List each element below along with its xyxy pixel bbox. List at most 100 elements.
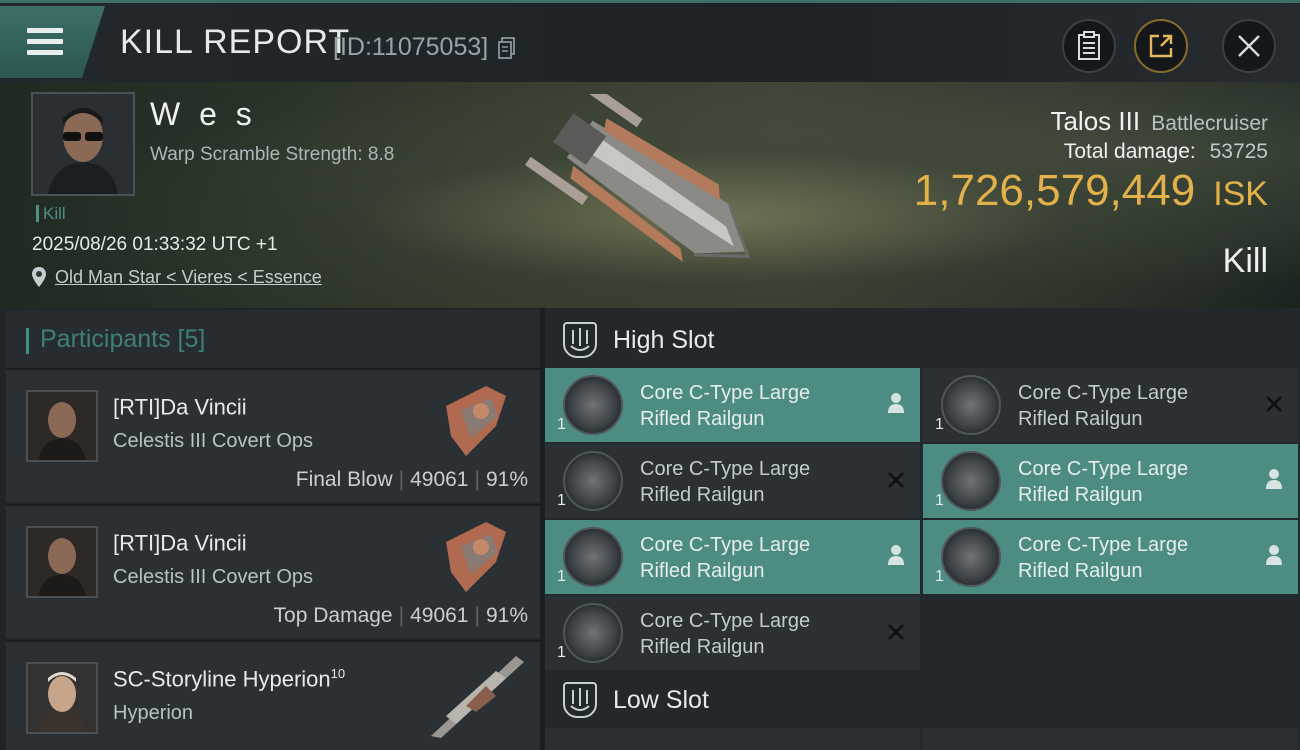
participants-panel: Participants [5] [RTI]Da Vincii Celestis…	[0, 308, 540, 750]
kill-tag: Kill	[36, 205, 66, 222]
participant-avatar	[26, 526, 98, 598]
participant-percent: 91%	[485, 468, 528, 491]
railgun-icon	[941, 527, 1001, 587]
total-damage-value: 53725	[1209, 140, 1268, 163]
participant-avatar	[26, 662, 98, 734]
kill-datetime: 2025/08/26 01:33:32 UTC +1	[32, 234, 278, 255]
module-quantity: 1	[557, 644, 566, 661]
ship-name: Talos III	[1050, 106, 1141, 136]
module-quantity: 1	[935, 492, 944, 509]
participant-role: Final Blow	[295, 468, 393, 491]
high-slot-module[interactable]: 1 Core C-Type Large Rifled Railgun	[545, 596, 920, 670]
participant-damage: 49061	[410, 604, 469, 627]
participant-row[interactable]: [RTI]Da Vincii Celestis III Covert Ops F…	[6, 368, 540, 502]
railgun-icon	[563, 527, 623, 587]
hamburger-icon	[27, 28, 63, 61]
participant-name: SC-Storyline Hyperion10	[113, 666, 346, 692]
participant-stats: Top Damage | 49061 | 91%	[273, 604, 528, 627]
module-quantity: 1	[557, 492, 566, 509]
participant-ship: Hyperion	[113, 702, 194, 724]
person-icon	[884, 392, 908, 416]
high-slot-module[interactable]: 1 Core C-Type Large Rifled Railgun	[923, 520, 1298, 594]
location-pin-icon	[32, 267, 46, 287]
person-icon	[1262, 468, 1286, 492]
high-slot-header: High Slot	[545, 310, 1300, 370]
fitting-panel: High Slot 1 Core C-Type Large Rifled Railg…	[545, 308, 1300, 750]
participants-header: Participants [5]	[6, 310, 540, 368]
participant-ship-image	[446, 522, 506, 592]
participant-percent: 91%	[485, 604, 528, 627]
isk-amount: 1,726,579,449	[913, 166, 1196, 215]
participant-row[interactable]: [RTI]Da Vincii Celestis III Covert Ops T…	[6, 504, 540, 638]
high-slot-module[interactable]: 1 Core C-Type Large Rifled Railgun	[545, 368, 920, 442]
person-icon	[884, 544, 908, 568]
copy-icon[interactable]	[498, 37, 516, 59]
close-button[interactable]	[1222, 19, 1276, 73]
total-damage: Total damage: 53725	[1064, 140, 1268, 164]
low-slot-module[interactable]	[923, 728, 1298, 750]
module-quantity: 1	[935, 416, 944, 433]
high-slot-module[interactable]: 1 Core C-Type Large Rifled Railgun	[545, 520, 920, 594]
pilot-portrait-image	[33, 94, 133, 194]
high-slot-module[interactable]: 1 Core C-Type Large Rifled Railgun	[923, 444, 1298, 518]
module-name: Core C-Type Large Rifled Railgun	[640, 458, 811, 506]
low-slot-label: Low Slot	[613, 686, 709, 714]
high-slot-module[interactable]: 1 Core C-Type Large Rifled Railgun	[545, 444, 920, 518]
close-icon	[1238, 35, 1260, 57]
victim-name[interactable]: W e s	[150, 96, 257, 133]
low-slot-header: Low Slot	[545, 670, 1300, 730]
menu-button[interactable]	[0, 6, 105, 78]
top-bar: KILL REPORT [ID:11075053]	[0, 0, 1300, 82]
high-slot-label: High Slot	[613, 326, 715, 354]
participant-name: [RTI]Da Vincii	[113, 394, 247, 420]
person-icon	[1262, 544, 1286, 568]
participant-ship-image	[446, 386, 506, 456]
participant-name: [RTI]Da Vincii	[113, 530, 247, 556]
participants-label: Participants [5]	[40, 325, 206, 353]
high-slot-module[interactable]: 1 Core C-Type Large Rifled Railgun	[923, 368, 1298, 442]
railgun-icon	[941, 451, 1001, 511]
module-name: Core C-Type Large Rifled Railgun	[1018, 382, 1189, 430]
module-name: Core C-Type Large Rifled Railgun	[1018, 458, 1189, 506]
total-damage-label: Total damage:	[1063, 140, 1196, 163]
kill-location-link[interactable]: Old Man Star < Vieres < Essence	[55, 267, 322, 288]
participant-damage: 49061	[410, 468, 469, 491]
participant-row[interactable]: SC-Storyline Hyperion10 Hyperion	[6, 640, 540, 750]
low-slot-module[interactable]	[545, 728, 920, 750]
module-quantity: 1	[557, 568, 566, 585]
participant-stats: Final Blow | 49061 | 91%	[295, 468, 528, 491]
kill-result: Kill	[1222, 242, 1268, 280]
victim-ship-image[interactable]	[520, 94, 770, 294]
isk-unit: ISK	[1213, 175, 1268, 213]
ship-class: Battlecruiser	[1151, 112, 1268, 135]
participant-ship-image	[431, 656, 524, 738]
module-name: Core C-Type Large Rifled Railgun	[640, 610, 811, 658]
module-quantity: 1	[557, 416, 566, 433]
railgun-icon	[563, 603, 623, 663]
header-accent-bar	[26, 328, 29, 354]
isk-value: 1,726,579,449 ISK	[914, 166, 1268, 216]
module-name: Core C-Type Large Rifled Railgun	[1018, 534, 1189, 582]
page-title: KILL REPORT	[120, 23, 351, 61]
clipboard-button[interactable]	[1062, 19, 1116, 73]
module-quantity: 1	[935, 568, 944, 585]
module-name: Core C-Type Large Rifled Railgun	[640, 382, 811, 430]
railgun-icon	[563, 451, 623, 511]
low-slot-icon	[563, 682, 597, 718]
clipboard-icon	[1078, 31, 1100, 60]
x-icon	[1262, 392, 1286, 416]
share-button[interactable]	[1134, 19, 1188, 73]
high-slot-icon	[563, 322, 597, 358]
participant-ship: Celestis III Covert Ops	[113, 430, 314, 452]
victim-ship[interactable]: Talos III Battlecruiser	[1050, 106, 1268, 137]
report-id: [ID:11075053]	[333, 33, 489, 61]
participant-avatar	[26, 390, 98, 462]
x-icon	[884, 468, 908, 492]
victim-portrait[interactable]	[31, 92, 135, 196]
railgun-icon	[941, 375, 1001, 435]
share-icon	[1149, 34, 1173, 58]
x-icon	[884, 620, 908, 644]
module-name: Core C-Type Large Rifled Railgun	[640, 534, 811, 582]
participant-role: Top Damage	[273, 604, 393, 627]
railgun-icon	[563, 375, 623, 435]
